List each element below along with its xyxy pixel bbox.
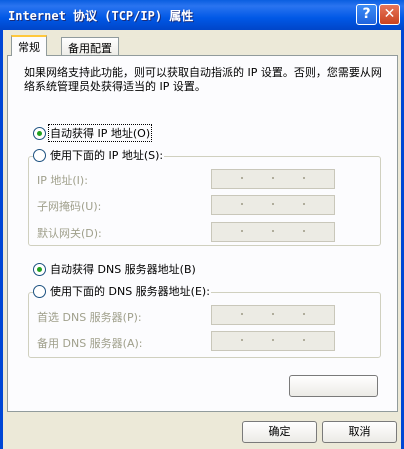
advanced-button[interactable] xyxy=(289,375,378,397)
preferred-dns-label: 首选 DNS 服务器(P): xyxy=(37,311,142,324)
ip-auto-radio[interactable]: 自动获得 IP 地址(O) xyxy=(33,124,153,142)
ip-auto-label[interactable]: 自动获得 IP 地址(O) xyxy=(47,124,153,142)
ip-address-field[interactable] xyxy=(211,169,335,189)
default-gateway-field[interactable] xyxy=(211,222,335,242)
dns-auto-radio[interactable]: 自动获得 DNS 服务器地址(B) xyxy=(33,261,197,277)
help-button[interactable]: ? xyxy=(356,4,377,25)
title-bar[interactable]: Internet 协议 (TCP/IP) 属性 ? ✕ xyxy=(0,0,404,30)
radio-dot[interactable] xyxy=(33,148,46,162)
dns-manual-radio[interactable]: 使用下面的 DNS 服务器地址(E): xyxy=(33,283,211,299)
close-button[interactable]: ✕ xyxy=(379,4,400,25)
tab-general[interactable]: 常规 xyxy=(11,35,47,56)
radio-dot[interactable] xyxy=(33,284,46,298)
subnet-mask-field[interactable] xyxy=(211,195,335,215)
ip-address-label: IP 地址(I): xyxy=(37,174,88,187)
ip-manual-radio[interactable]: 使用下面的 IP 地址(S): xyxy=(33,147,165,163)
cancel-button[interactable]: 取消 xyxy=(322,421,397,443)
subnet-mask-label: 子网掩码(U): xyxy=(37,200,102,213)
tab-alternate-config[interactable]: 备用配置 xyxy=(61,37,119,56)
dns-auto-label[interactable]: 自动获得 DNS 服务器地址(B) xyxy=(49,261,197,277)
default-gateway-label: 默认网关(D): xyxy=(37,227,102,240)
alternate-dns-label: 备用 DNS 服务器(A): xyxy=(37,337,143,350)
radio-dot[interactable] xyxy=(33,126,46,140)
window-title: Internet 协议 (TCP/IP) 属性 xyxy=(8,9,194,23)
radio-dot[interactable] xyxy=(33,262,46,276)
description-text: 如果网络支持此功能，则可以获取自动指派的 IP 设置。否则，您需要从网络系统管理… xyxy=(24,66,382,93)
ip-manual-label[interactable]: 使用下面的 IP 地址(S): xyxy=(49,147,164,163)
dns-manual-label[interactable]: 使用下面的 DNS 服务器地址(E): xyxy=(49,283,211,299)
ok-button[interactable]: 确定 xyxy=(242,421,317,443)
alternate-dns-field[interactable] xyxy=(211,331,335,351)
preferred-dns-field[interactable] xyxy=(211,305,335,325)
